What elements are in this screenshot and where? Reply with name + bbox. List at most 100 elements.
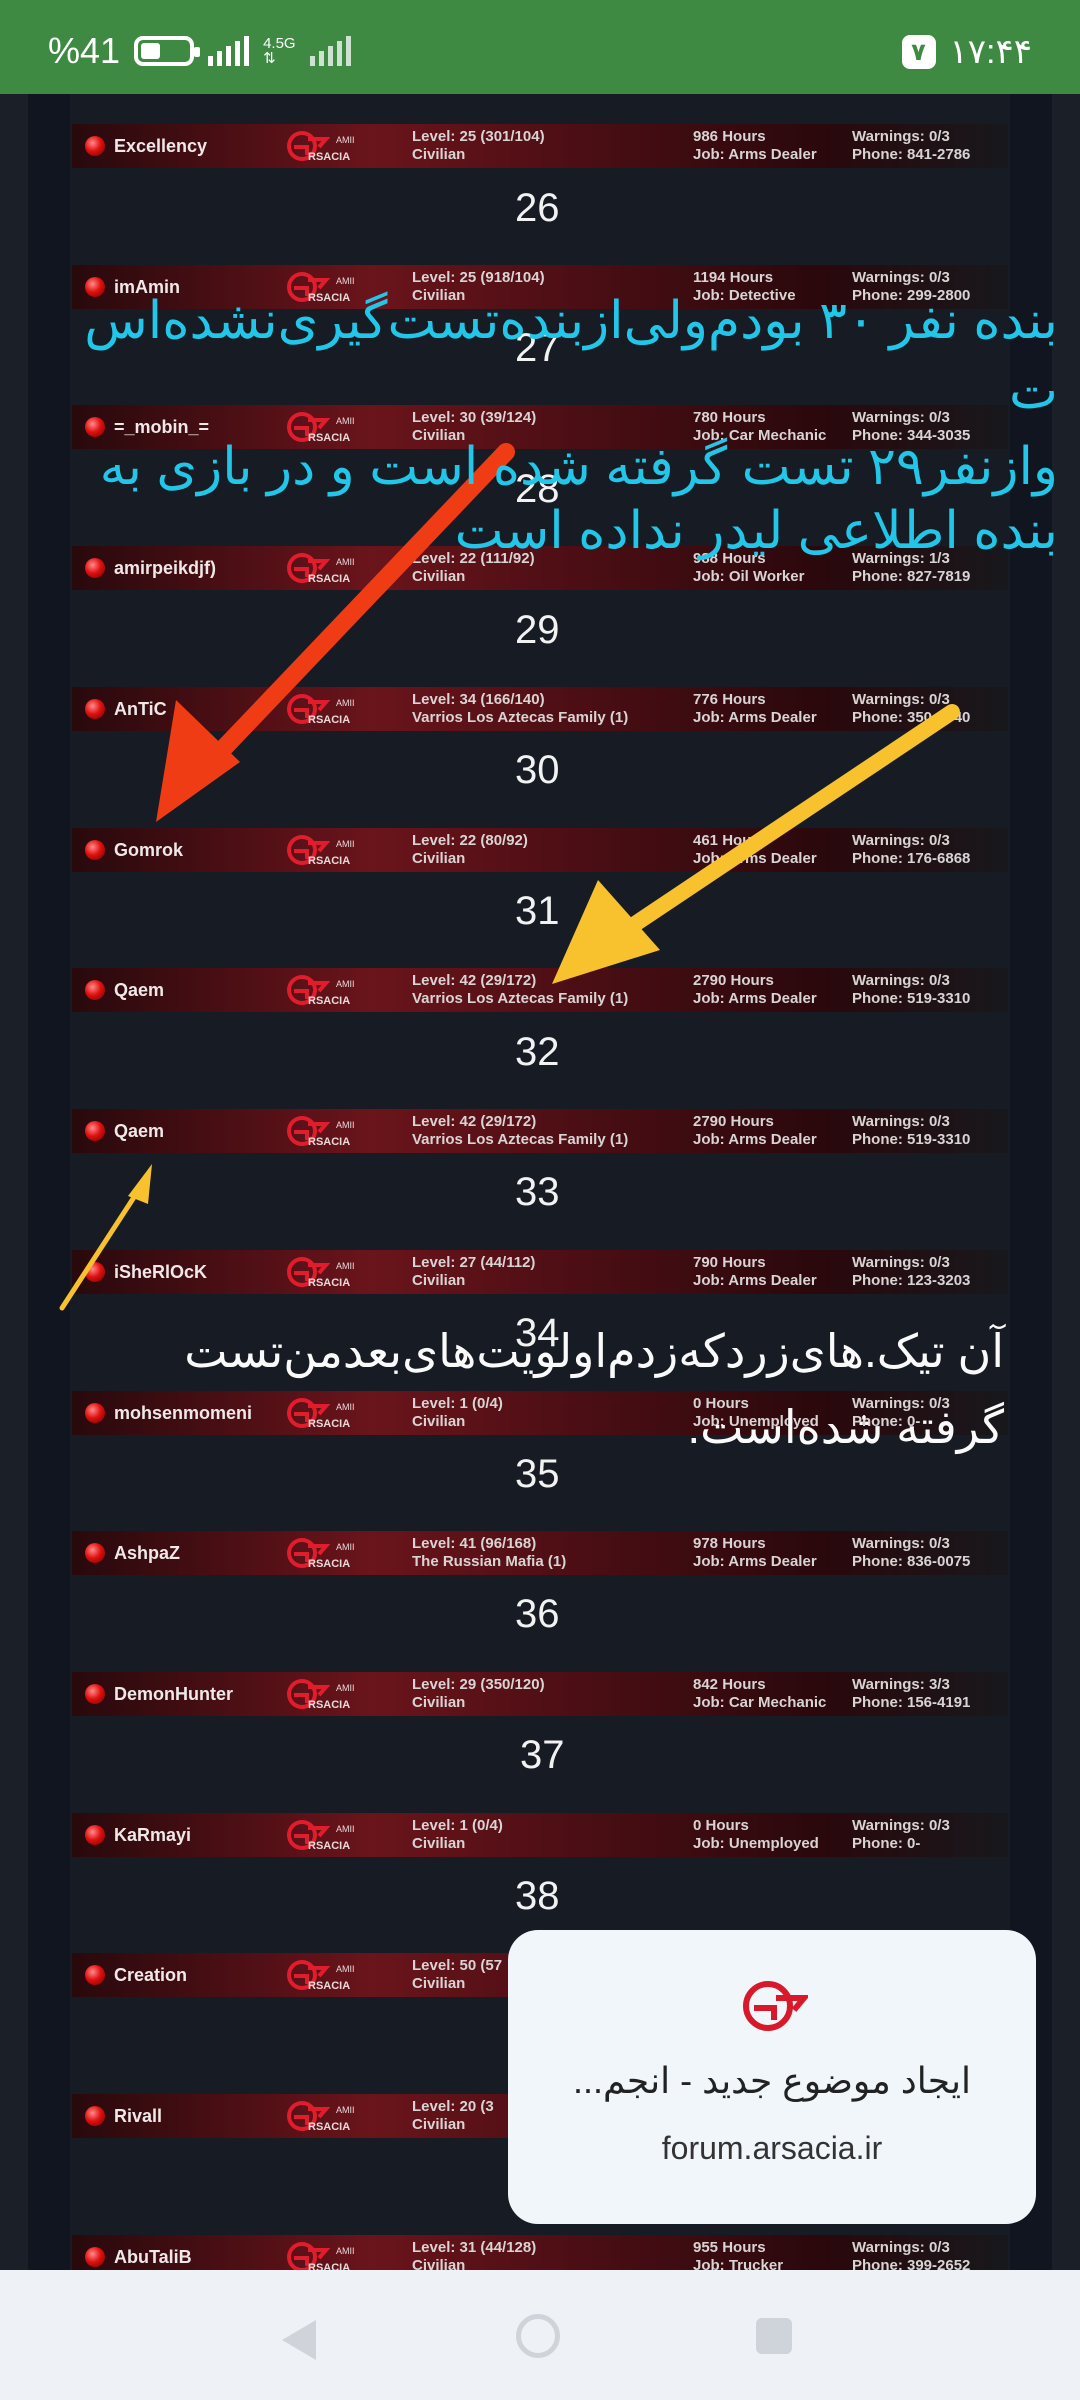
player-level: Level: 20 (3 — [412, 2098, 494, 2115]
status-dot-icon — [85, 558, 105, 578]
svg-text:AMII: AMII — [336, 2246, 355, 2256]
player-warnings: Warnings: 0/3 — [852, 1817, 950, 1834]
player-faction: The Russian Mafia (1) — [412, 1553, 567, 1570]
svg-text:RSACIA: RSACIA — [308, 2262, 350, 2270]
arsacia-logo-icon: AMII RSACIA — [286, 691, 366, 727]
player-name[interactable]: AnTiC — [114, 687, 167, 731]
player-warnings: Warnings: 0/3 — [852, 1113, 950, 1130]
back-icon[interactable] — [282, 2320, 316, 2360]
new-topic-toast[interactable]: ایجاد موضوع جدید - انجم... forum.arsacia… — [508, 1930, 1036, 2224]
player-hours: 986 Hours — [693, 128, 766, 145]
status-dot-icon — [85, 2247, 105, 2267]
player-row[interactable]: Qaem AMII RSACIA Level: 42 (29/172) Varrios … — [72, 1109, 1008, 1153]
player-name[interactable]: Gomrok — [114, 828, 183, 872]
player-faction: Civilian — [412, 1835, 466, 1852]
player-row[interactable]: AshpaZ AMII RSACIA Level: 41 (96/168) The Ru… — [72, 1531, 1008, 1575]
player-name[interactable]: KaRmayi — [114, 1813, 191, 1857]
player-faction: Civilian — [412, 1694, 466, 1711]
player-row[interactable]: AnTiC AMII RSACIA Level: 34 (166/140) Varrio… — [72, 687, 1008, 731]
player-level: Level: 42 (29/172) — [412, 1113, 537, 1130]
svg-text:RSACIA: RSACIA — [308, 1558, 350, 1570]
player-job: Job: Arms Dealer — [693, 146, 817, 163]
player-name[interactable]: DemonHunter — [114, 1672, 233, 1716]
recent-apps-icon[interactable] — [756, 2318, 792, 2354]
player-faction: Varrios Los Aztecas Family (1) — [412, 1131, 629, 1148]
signal-icon-2 — [309, 36, 351, 66]
player-phone: Phone: 156-4191 — [852, 1694, 971, 1711]
status-dot-icon — [85, 1121, 105, 1141]
player-faction: Varrios Los Aztecas Family (1) — [412, 990, 629, 1007]
player-name[interactable]: Creation — [114, 1953, 187, 1997]
player-name[interactable]: Excellency — [114, 124, 207, 168]
arsacia-logo-icon: AMII RSACIA — [286, 128, 366, 164]
player-name[interactable]: Qaem — [114, 968, 164, 1012]
player-name[interactable]: amirpeikdjf) — [114, 546, 216, 590]
player-name[interactable]: Rivall — [114, 2094, 162, 2138]
svg-text:AMII: AMII — [336, 1683, 355, 1693]
signal-icon — [208, 36, 250, 66]
player-name[interactable]: AbuTaliB — [114, 2235, 192, 2270]
status-dot-icon — [85, 1262, 105, 1282]
player-faction: Civilian — [412, 1272, 466, 1289]
status-dot-icon — [85, 1684, 105, 1704]
rank-number: 32 — [515, 1030, 560, 1074]
arsacia-logo-icon: AMII RSACIA — [286, 2098, 366, 2134]
player-job: Job: Trucker — [693, 2257, 784, 2270]
svg-text:AMII: AMII — [336, 2105, 355, 2115]
player-faction: Civilian — [412, 568, 466, 585]
player-faction: Civilian — [412, 146, 466, 163]
player-warnings: Warnings: 0/3 — [852, 269, 950, 286]
player-hours: 0 Hours — [693, 1817, 749, 1834]
rank-number: 37 — [520, 1733, 565, 1777]
player-name[interactable]: Qaem — [114, 1109, 164, 1153]
player-row[interactable]: DemonHunter AMII RSACIA Level: 29 (350/120)… — [72, 1672, 1008, 1716]
clock: ۱۷:۴۴ — [949, 33, 1033, 71]
arsacia-logo-icon: AMII RSACIA — [286, 1113, 366, 1149]
player-faction: Civilian — [412, 2116, 466, 2133]
player-row[interactable]: Gomrok AMII RSACIA Level: 22 (80/92) Civilia… — [72, 828, 1008, 872]
svg-text:RSACIA: RSACIA — [308, 2121, 350, 2133]
player-warnings: Warnings: 0/3 — [852, 409, 950, 426]
player-phone: Phone: 350-6040 — [852, 709, 971, 726]
player-row[interactable]: AbuTaliB AMII RSACIA Level: 31 (44/128) Civi… — [72, 2235, 1008, 2270]
toast-url: forum.arsacia.ir — [661, 2130, 883, 2166]
player-name[interactable]: iSheRlOcK — [114, 1250, 207, 1294]
player-hours: 2790 Hours — [693, 972, 774, 989]
annotation-white-2: گرفته شده‌است. — [687, 1401, 1004, 1453]
player-hours: 2790 Hours — [693, 1113, 774, 1130]
arsacia-logo-icon: AMII RSACIA — [286, 550, 366, 586]
player-job: Job: Car Mechanic — [693, 1694, 827, 1711]
svg-text:AMII: AMII — [336, 839, 355, 849]
svg-text:AMII: AMII — [336, 1964, 355, 1974]
player-row[interactable]: Qaem AMII RSACIA Level: 42 (29/172) Varrios … — [72, 968, 1008, 1012]
annotation-cyan-3: وازنفر۲۹ تست گرفته شده است و در بازی به — [99, 438, 1058, 496]
svg-text:AMII: AMII — [336, 979, 355, 989]
player-faction: Civilian — [412, 850, 466, 867]
annotation-cyan-1: بنده نفر ۳۰ بودم‌ولی‌ازبنده‌تست‌گیری‌نشد… — [84, 292, 1058, 350]
player-level: Level: 25 (301/104) — [412, 128, 545, 145]
player-name[interactable]: mohsenmomeni — [114, 1391, 252, 1435]
rank-number: 26 — [515, 186, 560, 230]
player-row[interactable]: KaRmayi AMII RSACIA Level: 1 (0/4) Civilian 0… — [72, 1813, 1008, 1857]
navigation-bar — [0, 2270, 1080, 2400]
toast-title: ایجاد موضوع جدید - انجم... — [572, 2060, 972, 2101]
player-hours: 1194 Hours — [693, 269, 774, 286]
player-job: Job: Arms Dealer — [693, 850, 817, 867]
status-bar: %41 4.5G ⇅ ۷ ۱۷:۴۴ — [0, 0, 1080, 94]
svg-text:AMII: AMII — [336, 416, 355, 426]
status-dot-icon — [85, 699, 105, 719]
svg-text:RSACIA: RSACIA — [308, 1277, 350, 1289]
player-job: Job: Oil Worker — [693, 568, 805, 585]
home-icon[interactable] — [516, 2314, 560, 2358]
player-hours: 461 Hours — [693, 832, 766, 849]
player-row[interactable]: Excellency AMII RSACIA Level: 25 (301/104) C… — [72, 124, 1008, 168]
player-row[interactable]: iSheRlOcK AMII RSACIA Level: 27 (44/112) Civ… — [72, 1250, 1008, 1294]
player-job: Job: Arms Dealer — [693, 1272, 817, 1289]
player-hours: 776 Hours — [693, 691, 766, 708]
player-name[interactable]: AshpaZ — [114, 1531, 180, 1575]
arsacia-logo-icon: AMII RSACIA — [286, 1676, 366, 1712]
svg-text:AMII: AMII — [336, 1261, 355, 1271]
player-hours: 955 Hours — [693, 2239, 766, 2256]
player-hours: 978 Hours — [693, 1535, 766, 1552]
player-level: Level: 1 (0/4) — [412, 1395, 503, 1412]
